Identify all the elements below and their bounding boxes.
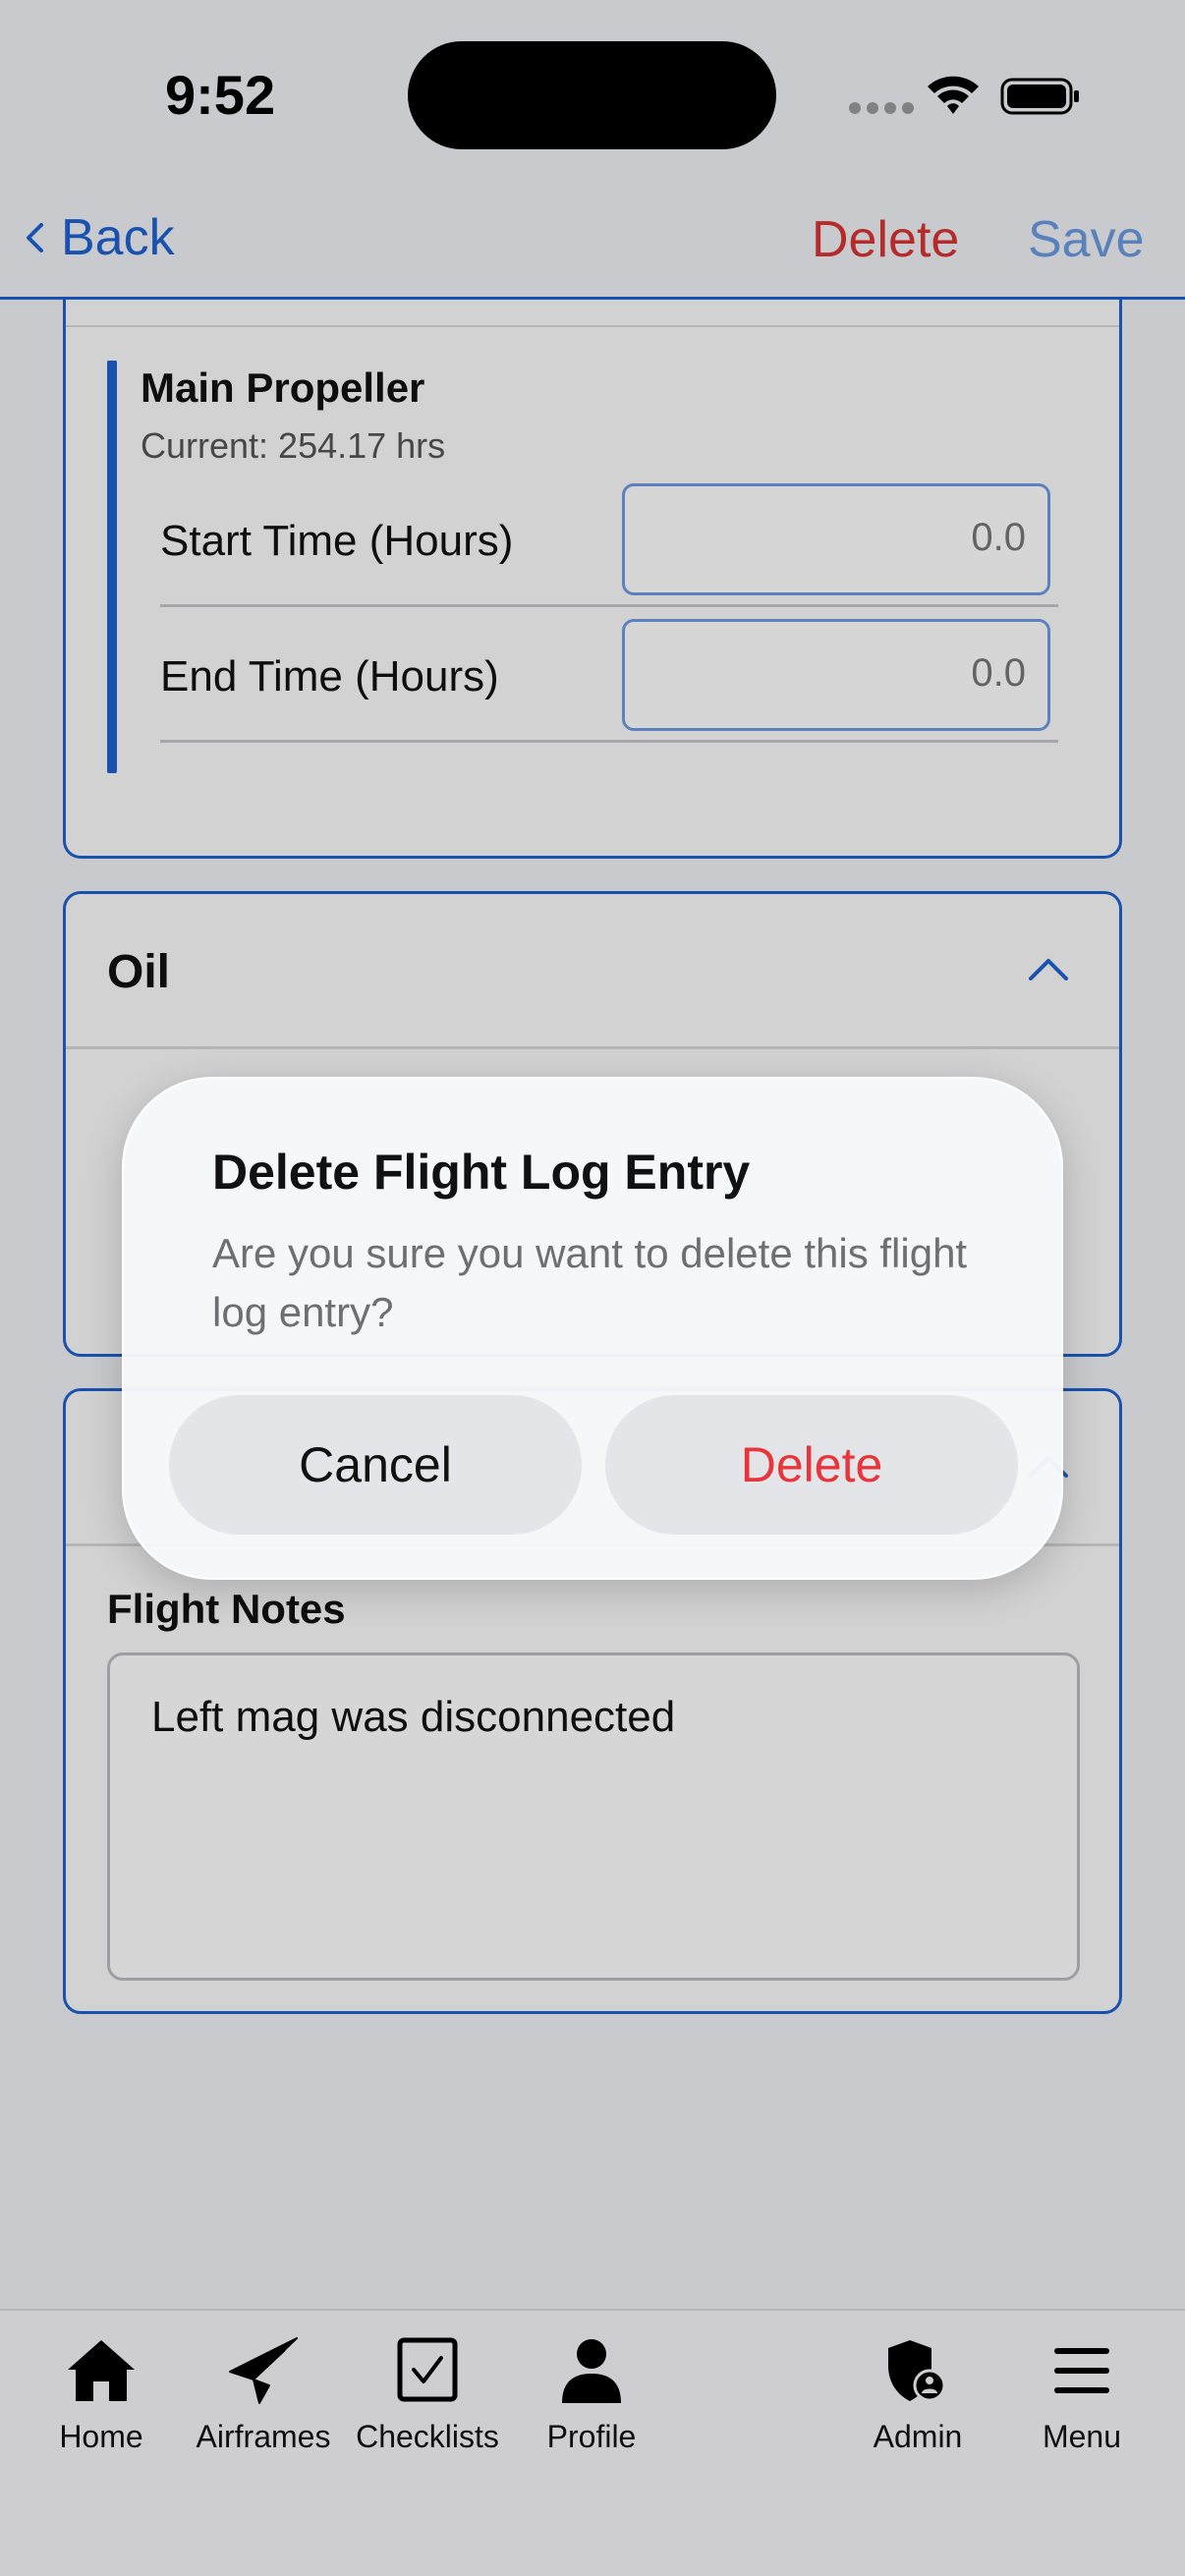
delete-confirmation-dialog: Delete Flight Log Entry Are you sure you… (122, 1077, 1063, 1580)
dialog-cancel-button[interactable]: Cancel (169, 1395, 582, 1535)
dialog-message: Are you sure you want to delete this fli… (212, 1230, 968, 1335)
dialog-title: Delete Flight Log Entry (212, 1145, 751, 1200)
dialog-delete-button[interactable]: Delete (605, 1395, 1018, 1535)
